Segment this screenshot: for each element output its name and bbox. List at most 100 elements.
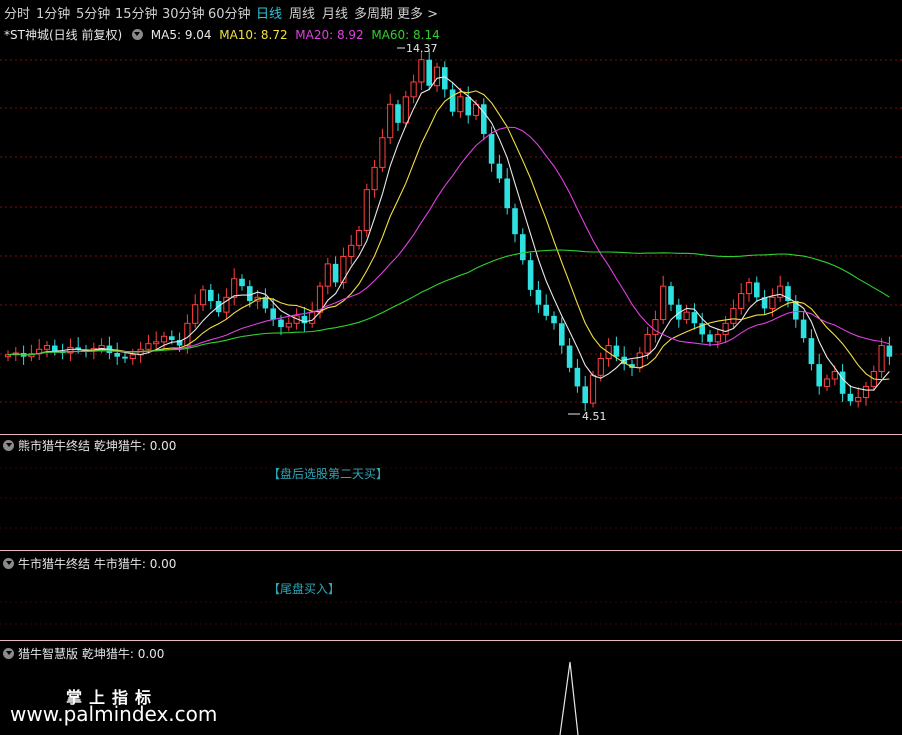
candle-body: [363, 189, 370, 231]
panel-separator: [0, 550, 902, 551]
candle-body: [402, 96, 409, 124]
candle-body: [722, 322, 729, 335]
panel1-value: 乾坤猎牛: 0.00: [93, 439, 177, 453]
candle-body: [847, 393, 854, 402]
high-price-label: 14.37: [406, 42, 438, 55]
candle-body: [387, 103, 394, 139]
candle-body: [754, 282, 760, 298]
candle-body: [520, 234, 526, 261]
candle-body: [184, 322, 191, 347]
candle-body: [278, 319, 284, 327]
panel1-menu-icon[interactable]: [3, 440, 14, 451]
stock-title: *ST神城(日线 前复权): [4, 28, 123, 42]
candle-body: [231, 278, 238, 298]
ma60-value: MA60: 8.14: [371, 28, 440, 42]
candle-body: [426, 59, 432, 86]
signal-spike: [559, 661, 579, 735]
indicator-menu-icon[interactable]: [131, 29, 143, 40]
candle-body: [816, 364, 822, 387]
ma5-value: MA5: 9.04: [150, 28, 212, 42]
candle-body: [707, 334, 713, 342]
candle-body: [348, 244, 355, 257]
candle-body: [465, 96, 471, 116]
ma10-line: [7, 90, 890, 381]
candle-body: [831, 371, 838, 380]
candle-body: [153, 341, 160, 345]
candle-body: [878, 345, 885, 373]
candle-body: [355, 229, 363, 246]
candle-body: [129, 354, 136, 360]
candle-body: [613, 345, 620, 357]
candle-body: [262, 297, 269, 309]
panel1-header: 熊市猎牛终结 乾坤猎牛: 0.00: [3, 437, 176, 454]
candle-body: [199, 289, 207, 306]
candle-body: [559, 323, 565, 346]
candle-body: [192, 304, 199, 324]
candle-body: [855, 397, 862, 402]
candle-body: [418, 59, 425, 83]
candle-body: [691, 312, 698, 324]
candle-body: [160, 335, 168, 343]
candle-body: [285, 322, 292, 328]
panel2-header: 牛市猎牛终结 牛市猎牛: 0.00: [3, 555, 176, 572]
candle-body: [169, 336, 175, 340]
candle-body: [543, 304, 549, 316]
candle-body: [379, 137, 386, 168]
candle-body: [597, 358, 604, 376]
panel3-value: 乾坤猎牛: 0.00: [81, 647, 165, 661]
candle-body: [839, 371, 846, 394]
ma20-line: [7, 126, 890, 356]
candle-body: [410, 81, 417, 98]
candle-body: [457, 96, 464, 113]
candle-body: [481, 104, 487, 134]
candle-body: [683, 311, 690, 321]
watermark-url: www.palmindex.com: [10, 702, 218, 726]
candle-body: [551, 315, 557, 324]
candle-body: [145, 343, 152, 350]
candle-body: [566, 345, 573, 368]
candle-body: [589, 374, 597, 404]
candle-body: [512, 208, 518, 235]
panel3-menu-icon[interactable]: [3, 648, 14, 659]
ma10-value: MA10: 8.72: [219, 28, 288, 42]
candle-body: [527, 260, 534, 290]
main-chart-header: *ST神城(日线 前复权) MA5: 9.04 MA10: 8.72 MA20:…: [4, 26, 440, 43]
candle-body: [43, 345, 51, 350]
candle-body: [535, 289, 542, 305]
candle-body: [823, 378, 831, 387]
panel2-signal-text: 【尾盘买入】: [268, 582, 341, 596]
panel-separator: [0, 434, 902, 435]
panel3-title: 猎牛智慧版: [18, 647, 79, 661]
candle-body: [745, 281, 753, 295]
candle-body: [668, 286, 674, 305]
candle-body: [324, 263, 331, 287]
candle-body: [504, 178, 510, 209]
panel1-title: 熊市猎牛终结: [18, 439, 91, 453]
low-price-label: 4.51: [582, 410, 607, 423]
candle-body: [371, 166, 378, 191]
panel3-header: 猎牛智慧版 乾坤猎牛: 0.00: [3, 645, 164, 662]
panel1-signal-text: 【盘后选股第二天买】: [268, 467, 389, 481]
candle-body: [449, 89, 456, 112]
candle-body: [886, 345, 893, 357]
candle-body: [660, 285, 667, 321]
candle-body: [582, 386, 588, 404]
candlestick-chart: [0, 47, 902, 735]
candle-body: [270, 308, 276, 320]
ma60-line: [7, 249, 890, 356]
candle-body: [52, 345, 58, 352]
panel2-title: 牛市猎牛终结: [18, 557, 91, 571]
candle-body: [239, 278, 245, 287]
candle-body: [769, 296, 776, 309]
ma20-value: MA20: 8.92: [295, 28, 364, 42]
panel2-menu-icon[interactable]: [3, 558, 14, 569]
candle-body: [433, 66, 441, 87]
candle-body: [636, 352, 643, 369]
candle-body: [808, 338, 815, 365]
candle-body: [800, 319, 807, 339]
candle-body: [488, 133, 495, 164]
candle-body: [862, 385, 870, 399]
candle-body: [738, 293, 745, 309]
candle-body: [714, 333, 721, 343]
panel-separator: [0, 640, 902, 641]
